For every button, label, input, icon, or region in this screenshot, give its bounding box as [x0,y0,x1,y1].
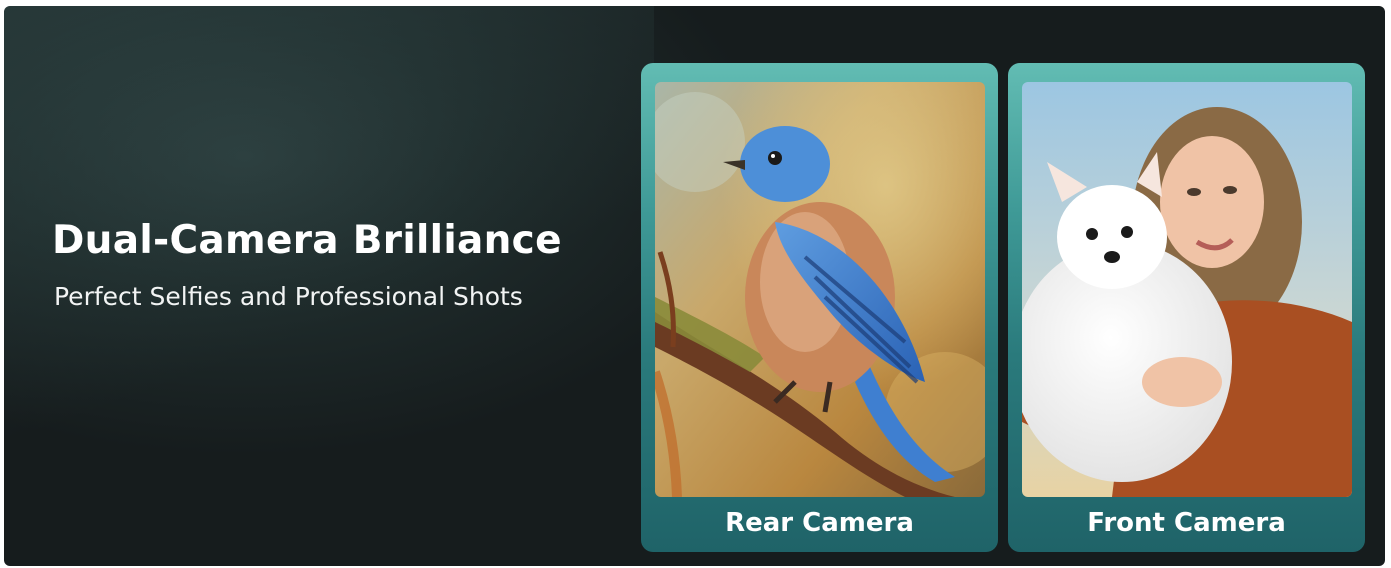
banner-subtitle: Perfect Selfies and Professional Shots [54,282,523,311]
selfie-with-dog-illustration [1022,82,1352,497]
front-camera-photo [1022,82,1352,497]
front-camera-label: Front Camera [1087,508,1286,538]
rear-camera-label: Rear Camera [725,508,914,538]
bluebird-photo-illustration [655,82,985,497]
banner-title: Dual-Camera Brilliance [52,218,562,263]
dual-camera-banner: Dual-Camera Brilliance Perfect Selfies a… [4,6,1385,566]
front-camera-card: Front Camera [1008,63,1365,552]
rear-camera-photo [655,82,985,497]
rear-camera-card: Rear Camera [641,63,998,552]
